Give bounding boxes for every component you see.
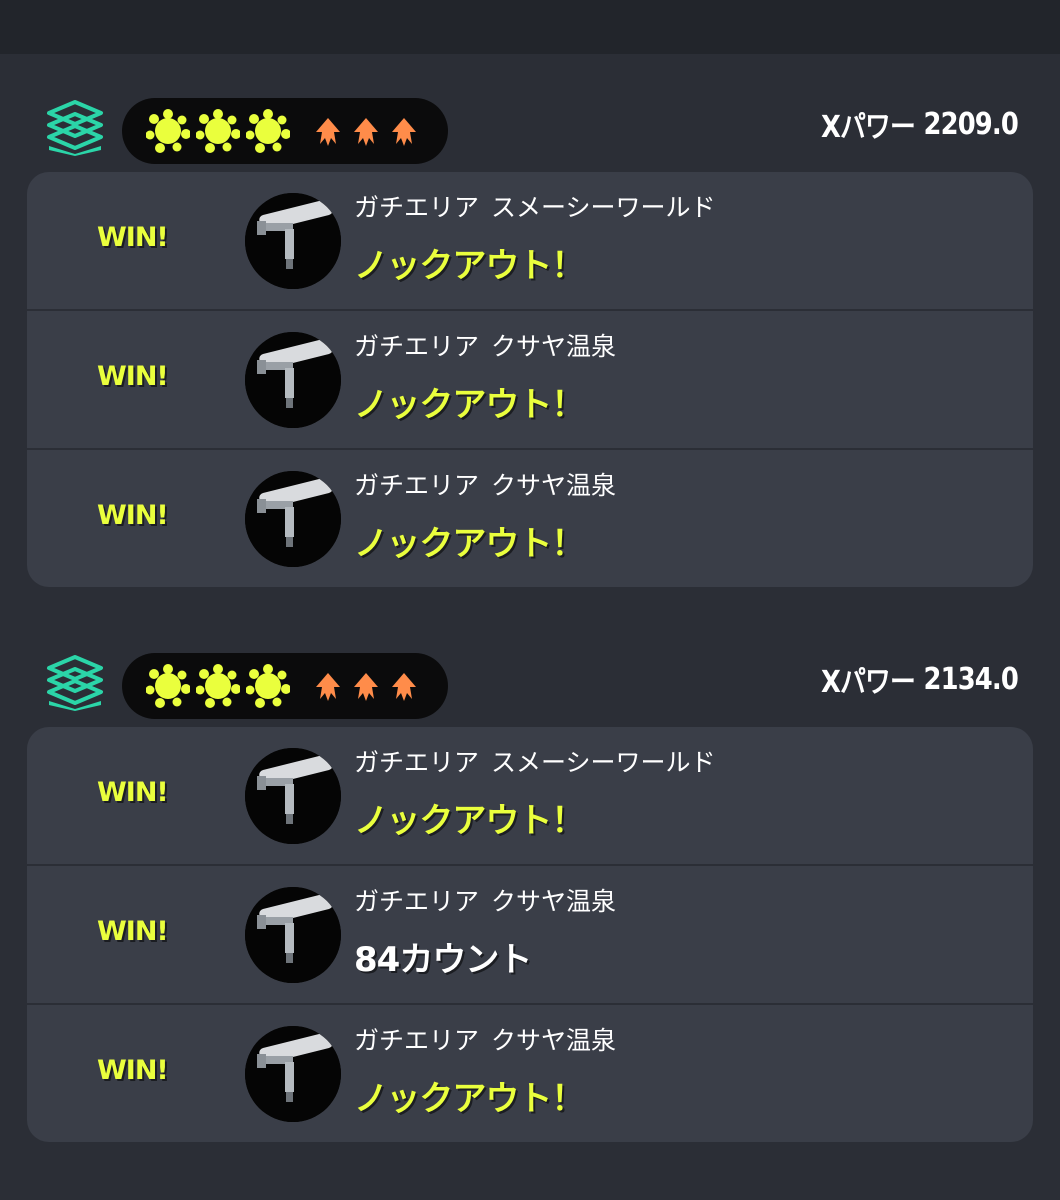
xpower-value: 2209.0 [923,106,1019,142]
series-header: Xパワー 2134.0 [0,641,1060,727]
squid-icon [354,118,378,146]
xpower-label: Xパワー [821,665,916,700]
xpower-label: Xパワー [821,110,916,145]
carbon-roller-icon [245,748,341,844]
mode-stage: ガチエリア スメーシーワールド [354,188,716,224]
splat-icon [146,664,190,708]
mode-stage: ガチエリア スメーシーワールド [354,743,716,779]
win-loss-pill [122,98,448,164]
match-row[interactable]: WIN! ガチエリア クサヤ温泉 ノックアウト！ [27,1005,1033,1142]
carbon-roller-icon [245,193,341,289]
stage-label: スメーシーワールド [491,748,716,777]
result-label: WIN! [97,916,169,947]
top-bar [0,0,1060,54]
splat-zones-icon [47,655,103,711]
outcome-label: ノックアウト！ [354,385,585,425]
xpower-display: Xパワー 2134.0 [821,659,1019,701]
match-row[interactable]: WIN! ガチエリア スメーシーワールド ノックアウト！ [27,172,1033,311]
squid-icon [354,673,378,701]
mode-label: ガチエリア [354,193,480,222]
mode-stage: ガチエリア クサヤ温泉 [354,466,616,502]
series-group-1: Xパワー 2209.0 WIN! ガチエリア スメーシーワールド ノックアウト！ … [0,86,1060,587]
outcome-label: ノックアウト！ [354,1079,585,1119]
stage-label: クサヤ温泉 [491,332,617,361]
match-list: WIN! ガチエリア スメーシーワールド ノックアウト！ WIN! ガチエリア … [27,727,1033,1142]
carbon-roller-icon [245,1026,341,1122]
carbon-roller-icon [245,471,341,567]
squid-icon [316,673,340,701]
splat-icon [246,664,290,708]
series-group-2: Xパワー 2134.0 WIN! ガチエリア スメーシーワールド ノックアウト！ … [0,641,1060,1142]
mode-label: ガチエリア [354,748,480,777]
carbon-roller-icon [245,332,341,428]
stage-label: クサヤ温泉 [491,1026,617,1055]
squid-icon [392,118,416,146]
splat-icon [196,664,240,708]
squid-icon [316,118,340,146]
splat-icon [146,109,190,153]
match-list: WIN! ガチエリア スメーシーワールド ノックアウト！ WIN! ガチエリア … [27,172,1033,587]
mode-label: ガチエリア [354,1026,480,1055]
result-label: WIN! [97,500,169,531]
outcome-label: ノックアウト！ [354,801,585,841]
splat-icon [196,109,240,153]
mode-stage: ガチエリア クサヤ温泉 [354,882,616,918]
stage-label: スメーシーワールド [491,193,716,222]
xpower-display: Xパワー 2209.0 [821,104,1019,146]
mode-stage: ガチエリア クサヤ温泉 [354,327,616,363]
outcome-label: 84カウント [354,940,532,980]
mode-label: ガチエリア [354,471,480,500]
splat-zones-icon [47,100,103,156]
outcome-label: ノックアウト！ [354,246,585,286]
result-label: WIN! [97,222,169,253]
series-header: Xパワー 2209.0 [0,86,1060,172]
carbon-roller-icon [245,887,341,983]
result-label: WIN! [97,1055,169,1086]
stage-label: クサヤ温泉 [491,887,617,916]
mode-label: ガチエリア [354,887,480,916]
result-label: WIN! [97,361,169,392]
match-row[interactable]: WIN! ガチエリア クサヤ温泉 ノックアウト！ [27,311,1033,450]
match-row[interactable]: WIN! ガチエリア クサヤ温泉 84カウント [27,866,1033,1005]
match-row[interactable]: WIN! ガチエリア クサヤ温泉 ノックアウト！ [27,450,1033,587]
outcome-label: ノックアウト！ [354,524,585,564]
xpower-value: 2134.0 [923,661,1019,697]
splat-icon [246,109,290,153]
result-label: WIN! [97,777,169,808]
match-row[interactable]: WIN! ガチエリア スメーシーワールド ノックアウト！ [27,727,1033,866]
mode-label: ガチエリア [354,332,480,361]
stage-label: クサヤ温泉 [491,471,617,500]
win-loss-pill [122,653,448,719]
mode-stage: ガチエリア クサヤ温泉 [354,1021,616,1057]
squid-icon [392,673,416,701]
